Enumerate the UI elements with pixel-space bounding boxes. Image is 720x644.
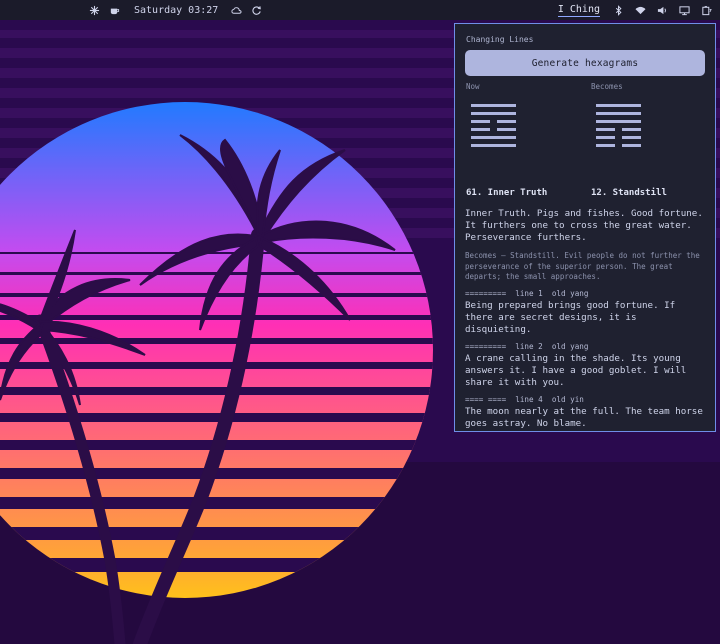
becomes-hexagram-name: 12. Standstill — [591, 188, 667, 198]
becomes-label: Becomes — [591, 82, 623, 91]
yang-line — [596, 120, 641, 123]
now-hexagram-name: 61. Inner Truth — [466, 188, 548, 198]
yin-line — [596, 136, 641, 139]
refresh-icon[interactable] — [250, 4, 262, 16]
yin-line — [596, 128, 641, 131]
yin-line — [471, 120, 516, 123]
yang-line — [471, 136, 516, 139]
top-bar-right: I Ching — [556, 0, 712, 20]
top-bar: Saturday 03:27 I Ching — [0, 0, 720, 20]
top-bar-left: Saturday 03:27 — [88, 0, 262, 20]
now-hexagram — [471, 104, 516, 152]
display-icon[interactable] — [678, 4, 690, 16]
changing-lines-list: ========= line 1 old yang Being prepared… — [465, 289, 705, 430]
changing-line-text: The moon nearly at the full. The team ho… — [465, 405, 703, 429]
active-app-title[interactable]: I Ching — [556, 0, 602, 20]
yang-line — [471, 144, 516, 147]
now-label: Now — [466, 82, 480, 91]
changing-line-header: ========= line 1 old yang — [465, 288, 589, 298]
yang-line — [596, 104, 641, 107]
hexagram-names: 61. Inner Truth 12. Standstill — [465, 188, 705, 204]
becomes-text: Becomes — Standstill. Evil people do not… — [465, 251, 700, 281]
changing-line-text: Being prepared brings good fortune. If t… — [465, 299, 676, 335]
yang-line — [471, 104, 516, 107]
cloud-icon[interactable] — [230, 4, 242, 16]
changing-line-header: ==== ==== line 4 old yin — [465, 394, 584, 404]
iching-panel: Changing Lines Generate hexagrams Now Be… — [454, 23, 716, 432]
yang-line — [596, 112, 641, 115]
yang-line — [471, 112, 516, 115]
hexagram-columns: Now Becomes — [465, 82, 705, 182]
panel-title: Changing Lines — [466, 35, 534, 44]
changing-line-header: ========= line 2 old yang — [465, 341, 589, 351]
battery-icon[interactable] — [700, 4, 712, 16]
generate-hexagrams-button[interactable]: Generate hexagrams — [465, 50, 705, 76]
yin-line — [596, 144, 641, 147]
workspace-icon[interactable] — [88, 4, 100, 16]
volume-icon[interactable] — [656, 4, 668, 16]
yin-line — [471, 128, 516, 131]
judgement-text: Inner Truth. Pigs and fishes. Good fortu… — [465, 208, 703, 243]
bluetooth-icon[interactable] — [612, 4, 624, 16]
becomes-hexagram — [596, 104, 641, 152]
clock[interactable]: Saturday 03:27 — [134, 5, 218, 16]
changing-line-text: A crane calling in the shade. Its young … — [465, 352, 687, 388]
coffee-icon[interactable] — [108, 4, 120, 16]
wifi-icon[interactable] — [634, 4, 646, 16]
